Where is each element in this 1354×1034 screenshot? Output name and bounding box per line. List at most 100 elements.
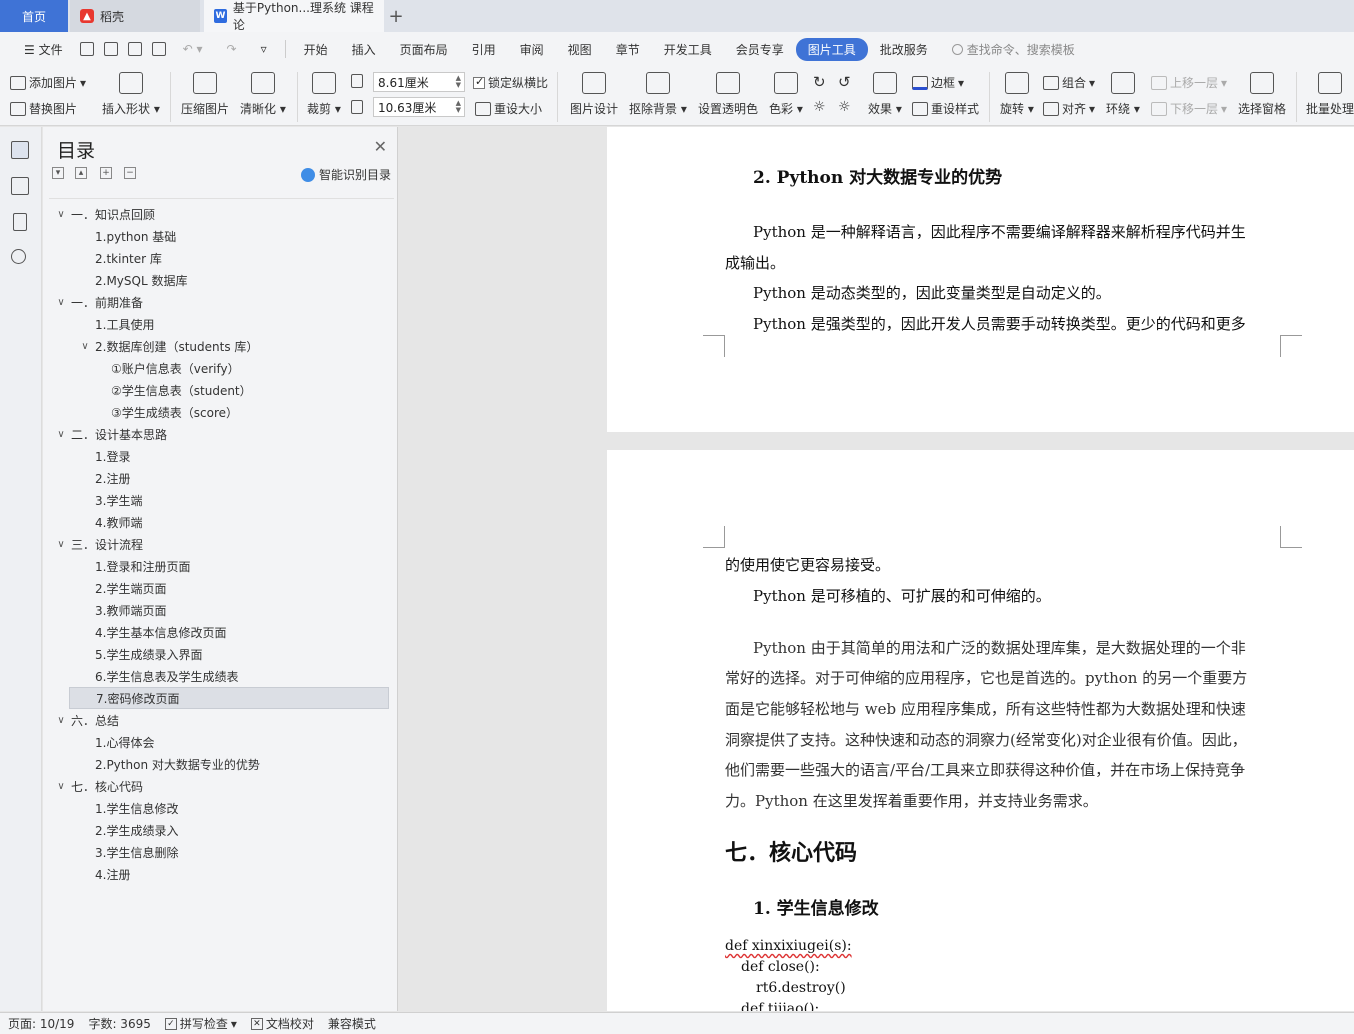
toc-panel-icon[interactable]	[11, 141, 29, 159]
save-icon[interactable]	[79, 42, 94, 56]
collapse-all-icon[interactable]: ▾	[52, 167, 64, 179]
color-button[interactable]: 色彩 ▾	[769, 72, 803, 117]
menu-correction[interactable]: 批改服务	[868, 41, 940, 58]
document-page[interactable]: 的使用使它更容易接受。 Python 是可移植的、可扩展的和可伸缩的。 Pyth…	[607, 450, 1354, 1011]
toc-item[interactable]: ∨ 二．设计基本思路	[49, 423, 389, 445]
compress-image-button[interactable]: 压缩图片	[181, 72, 229, 117]
toc-item[interactable]: 2.学生成绩录入	[49, 819, 389, 841]
word-count[interactable]: 字数: 3695	[88, 1015, 150, 1032]
quick-access-dropdown-icon[interactable]: ▿	[249, 42, 279, 56]
print-icon[interactable]	[127, 42, 142, 56]
menu-view[interactable]: 视图	[556, 41, 604, 58]
height-input[interactable]: 10.63厘米 ▲ ▼	[373, 97, 465, 117]
set-transparent-button[interactable]: 设置透明色	[698, 72, 758, 117]
toc-item[interactable]: 2.Python 对大数据专业的优势	[49, 753, 389, 775]
menu-layout[interactable]: 页面布局	[388, 41, 460, 58]
export-icon[interactable]	[103, 42, 118, 56]
chevron-down-icon[interactable]: ∨	[55, 715, 67, 726]
toc-item[interactable]: 1.python 基础	[49, 225, 389, 247]
chevron-down-icon[interactable]: ∨	[79, 341, 91, 352]
toc-item[interactable]: ∨ 三．设计流程	[49, 533, 389, 555]
document-page[interactable]: 2. Python 对大数据专业的优势 Python 是一种解释语言，因此程序不…	[607, 127, 1354, 432]
toc-item[interactable]: ③学生成绩表（score）	[49, 401, 389, 423]
redo-icon[interactable]: ↷	[215, 42, 249, 56]
toc-item[interactable]: 4.教师端	[49, 511, 389, 533]
align-button[interactable]: 对齐 ▾	[1043, 100, 1095, 117]
brightness-icon[interactable]: ☼	[813, 99, 826, 115]
toc-item[interactable]: 1.登录和注册页面	[49, 555, 389, 577]
rotate-button[interactable]: 旋转 ▾	[1000, 72, 1034, 117]
chevron-down-icon[interactable]: ∨	[55, 539, 67, 550]
toc-item[interactable]: 1.学生信息修改	[49, 797, 389, 819]
width-spinner-icon[interactable]: ▲ ▼	[456, 75, 461, 89]
contrast-icon[interactable]: ☼	[838, 99, 851, 115]
toc-item[interactable]: 1.登录	[49, 445, 389, 467]
menu-chapter[interactable]: 章节	[604, 41, 652, 58]
toc-item[interactable]: ∨ 一．知识点回顾	[49, 203, 389, 225]
reset-size-button[interactable]: 重设大小	[475, 100, 542, 117]
toc-item[interactable]: 2.注册	[49, 467, 389, 489]
new-tab-icon[interactable]: +	[384, 0, 408, 32]
remove-bg-button[interactable]: 抠除背景 ▾	[629, 72, 687, 117]
height-spinner-icon[interactable]: ▲ ▼	[456, 100, 461, 114]
spell-check-button[interactable]: ✓ 拼写检查 ▾	[164, 1015, 237, 1032]
file-menu[interactable]: ☰ 文件	[12, 41, 75, 58]
lock-ratio-checkbox[interactable]: 锁定纵横比	[473, 74, 548, 91]
menu-review[interactable]: 审阅	[508, 41, 556, 58]
toc-item[interactable]: 5.学生成绩录入界面	[49, 643, 389, 665]
tab-document[interactable]: W 基于Python...理系统 课程论	[204, 0, 384, 32]
insert-shape-button[interactable]: 插入形状 ▾	[102, 72, 160, 117]
remove-level-icon[interactable]: −	[124, 167, 136, 179]
toc-item[interactable]: 2.tkinter 库	[49, 247, 389, 269]
replace-image-button[interactable]: 替换图片	[10, 100, 77, 117]
bookmark-icon[interactable]	[13, 213, 27, 231]
tab-daoke[interactable]: ▲ 稻壳	[70, 0, 200, 32]
menu-start[interactable]: 开始	[292, 41, 340, 58]
toc-item[interactable]: 3.学生信息删除	[49, 841, 389, 863]
wrap-button[interactable]: 环绕 ▾	[1106, 72, 1140, 117]
toc-item[interactable]: 6.学生信息表及学生成绩表	[49, 665, 389, 687]
toc-item[interactable]: ∨ 六．总结	[49, 709, 389, 731]
toc-item[interactable]: 1.心得体会	[49, 731, 389, 753]
toc-item[interactable]: 3.教师端页面	[49, 599, 389, 621]
doc-proof-button[interactable]: ✕ 文档校对	[250, 1015, 314, 1032]
ai-toc-button[interactable]: 智能识别目录	[300, 166, 391, 183]
menu-devtools[interactable]: 开发工具	[652, 41, 724, 58]
chevron-down-icon[interactable]: ∨	[55, 429, 67, 440]
menu-insert[interactable]: 插入	[340, 41, 388, 58]
preview-icon[interactable]	[151, 42, 166, 56]
chevron-down-icon[interactable]: ∨	[55, 297, 67, 308]
border-button[interactable]: 边框 ▾	[912, 74, 964, 91]
send-backward-button[interactable]: 下移一层 ▾	[1151, 100, 1227, 117]
group-button[interactable]: 组合 ▾	[1043, 74, 1095, 91]
image-design-button[interactable]: 图片设计	[570, 72, 618, 117]
menu-member[interactable]: 会员专享	[724, 41, 796, 58]
select-pane-button[interactable]: 选择窗格	[1238, 72, 1286, 117]
toc-item[interactable]: ②学生信息表（student）	[49, 379, 389, 401]
crop-button[interactable]: 裁剪 ▾	[307, 72, 341, 117]
menu-reference[interactable]: 引用	[460, 41, 508, 58]
rotate-right-icon[interactable]: ↺	[838, 73, 851, 91]
command-search[interactable]: 查找命令、搜索模板	[940, 41, 1087, 58]
find-icon[interactable]	[11, 249, 26, 264]
toc-item[interactable]: 2.学生端页面	[49, 577, 389, 599]
sharpen-button[interactable]: 清晰化 ▾	[240, 72, 286, 117]
menu-image-tools[interactable]: 图片工具	[795, 37, 868, 61]
expand-all-icon[interactable]: ▴	[75, 167, 87, 179]
add-level-icon[interactable]: +	[100, 167, 112, 179]
close-icon[interactable]: ✕	[374, 137, 387, 156]
chevron-down-icon[interactable]: ∨	[55, 781, 67, 792]
toc-item[interactable]: 3.学生端	[49, 489, 389, 511]
rotate-left-icon[interactable]: ↻	[813, 73, 826, 91]
effects-button[interactable]: 效果 ▾	[868, 72, 902, 117]
add-image-button[interactable]: 添加图片 ▾	[10, 74, 86, 91]
tab-home[interactable]: 首页	[0, 0, 68, 32]
undo-icon[interactable]: ↶ ▾	[171, 42, 215, 56]
reset-style-button[interactable]: 重设样式	[912, 100, 979, 117]
toc-item[interactable]: 1.工具使用	[49, 313, 389, 335]
page-indicator[interactable]: 页面: 10/19	[8, 1015, 74, 1032]
width-input[interactable]: 8.61厘米 ▲ ▼	[373, 72, 465, 92]
toc-item[interactable]: ∨ 2.数据库创建（students 库）	[49, 335, 389, 357]
toc-item[interactable]: ①账户信息表（verify）	[49, 357, 389, 379]
chevron-down-icon[interactable]: ∨	[55, 209, 67, 220]
